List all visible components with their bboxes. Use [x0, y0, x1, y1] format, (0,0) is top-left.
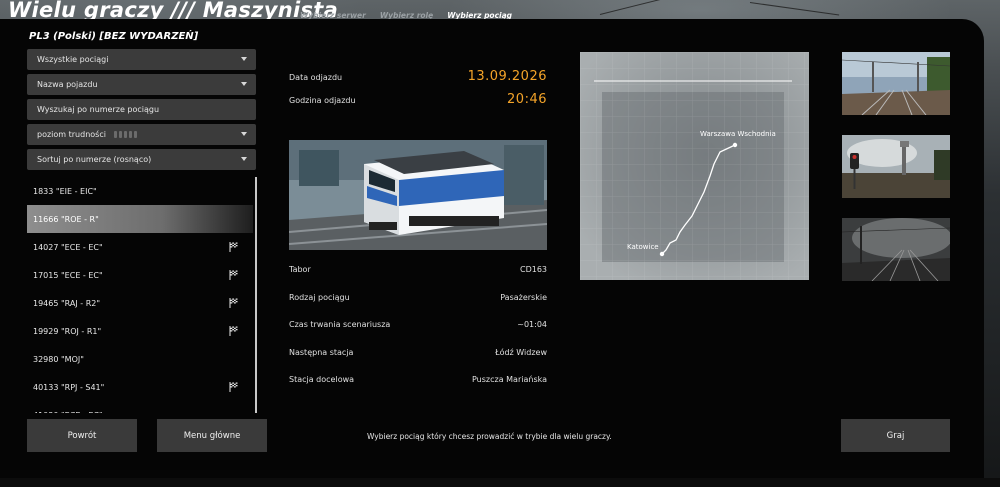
train-label: 19465 "RAJ - R2": [33, 298, 101, 308]
train-number-search-input[interactable]: Wyszukaj po numerze pociągu: [27, 99, 256, 120]
scenery-thumbnail-night-tracks[interactable]: [842, 218, 950, 281]
vehicle-filter-value: Nazwa pojazdu: [37, 80, 98, 89]
detail-label: Rodzaj pociągu: [289, 292, 350, 302]
server-name: PL3 (Polski) [BEZ WYDARZEŃ]: [29, 31, 199, 42]
map-start-station-label: Katowice: [627, 243, 659, 251]
detail-value: Łódź Widzew: [495, 347, 547, 357]
detail-label: Stacja docelowa: [289, 375, 355, 384]
locomotive-image: [289, 140, 547, 250]
scenery-thumbnail-signal[interactable]: [842, 135, 950, 198]
departure-time-value: 20:46: [507, 92, 547, 107]
train-label: 32980 "MOJ": [33, 354, 84, 364]
difficulty-level-indicator: [113, 131, 137, 138]
detail-value: CD163: [519, 265, 547, 274]
train-list-item[interactable]: 19465 "RAJ - R2": [27, 289, 253, 317]
train-list-item[interactable]: 17015 "ECE - EC": [27, 261, 253, 289]
train-label: 11666 "ROE - R": [33, 214, 99, 224]
map-end-station-label: Warszawa Wschodnia: [700, 130, 776, 138]
departure-time-label: Godzina odjazdu: [289, 96, 356, 105]
detail-value: Puszcza Mariańska: [471, 375, 547, 384]
sort-value: Sortuj po numerze (rosnąco): [37, 155, 152, 164]
detail-value: Pasażerskie: [500, 292, 547, 302]
main-menu-button[interactable]: Menu główne: [157, 419, 267, 452]
train-list-scrollbar[interactable]: [255, 177, 257, 413]
difficulty-dropdown[interactable]: poziom trudności: [27, 124, 256, 145]
train-list-item[interactable]: 32980 "MOJ": [27, 345, 253, 373]
train-list-item[interactable]: 40133 "RPJ - S41": [27, 373, 253, 401]
scenery-thumbnail-station[interactable]: [842, 52, 950, 115]
train-list: 1833 "EIE - EIC" 11666 "ROE - R" 14027 "EC…: [27, 177, 253, 413]
train-list-item[interactable]: 41030 "ECE - EC": [27, 401, 253, 414]
vehicle-filter-dropdown[interactable]: Nazwa pojazdu: [27, 74, 256, 95]
departure-date-value: 13.09.2026: [467, 69, 547, 84]
train-label: 41030 "ECE - EC": [33, 411, 103, 414]
detail-label: Następna stacja: [289, 347, 354, 357]
instruction-text: Wybierz pociąg który chcesz prowadzić w …: [367, 432, 612, 441]
train-filter-value: Wszystkie pociągi: [37, 55, 109, 64]
chevron-down-icon: [241, 132, 247, 136]
difficulty-label: poziom trudności: [37, 130, 106, 139]
back-button[interactable]: Powrót: [27, 419, 137, 452]
chevron-down-icon: [241, 82, 247, 86]
bottom-strip: [0, 478, 1000, 487]
train-label: 14027 "ECE - EC": [33, 242, 103, 252]
train-label: 17015 "ECE - EC": [33, 270, 103, 280]
detail-value: ~01:04: [517, 320, 547, 329]
train-list-item[interactable]: 1833 "EIE - EIC": [27, 177, 253, 205]
train-list-item[interactable]: 14027 "ECE - EC": [27, 233, 253, 261]
train-label: 40133 "RPJ - S41": [33, 382, 105, 392]
route-map: Warszawa Wschodnia Katowice: [580, 52, 809, 280]
departure-date-label: Data odjazdu: [289, 73, 343, 82]
train-list-item[interactable]: 11666 "ROE - R": [27, 205, 253, 233]
checkered-flag-icon: [229, 242, 238, 252]
checkered-flag-icon: [229, 270, 238, 280]
train-label: 1833 "EIE - EIC": [33, 186, 97, 196]
chevron-down-icon: [241, 157, 247, 161]
detail-label: Czas trwania scenariusza: [289, 320, 391, 329]
checkered-flag-icon: [229, 382, 238, 392]
train-label: 19929 "ROJ - R1": [33, 326, 102, 336]
train-list-item[interactable]: 19929 "ROJ - R1": [27, 317, 253, 345]
train-filter-dropdown[interactable]: Wszystkie pociągi: [27, 49, 256, 70]
play-button[interactable]: Graj: [841, 419, 950, 452]
sort-dropdown[interactable]: Sortuj po numerze (rosnąco): [27, 149, 256, 170]
detail-label: Tabor: [289, 265, 311, 274]
checkered-flag-icon: [229, 298, 238, 308]
chevron-down-icon: [241, 57, 247, 61]
search-placeholder: Wyszukaj po numerze pociągu: [37, 105, 160, 114]
checkered-flag-icon: [229, 326, 238, 336]
